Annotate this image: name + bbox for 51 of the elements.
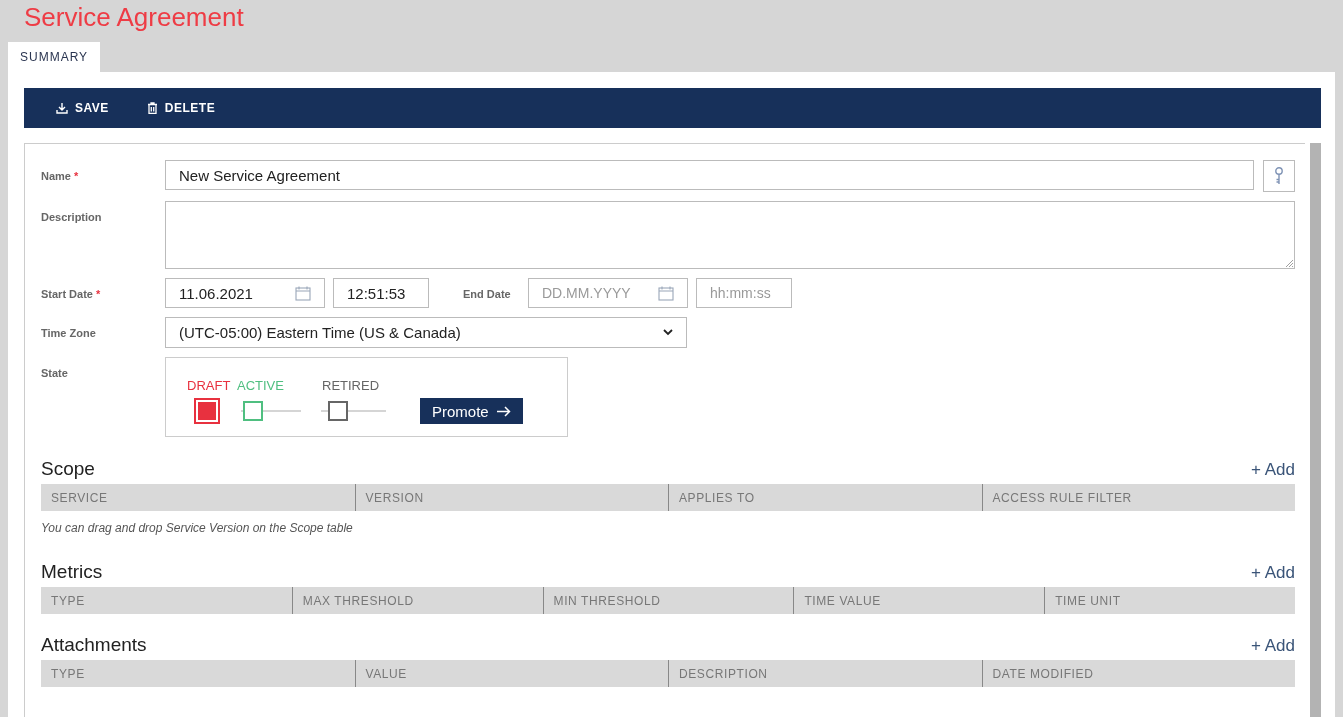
resize-grip-icon [1285,259,1293,267]
stage-label: DRAFT [187,378,232,395]
add-link[interactable]: + Add [1251,563,1295,583]
save-button[interactable]: SAVE [56,101,109,115]
calendar-icon [295,285,311,301]
start-time-input[interactable]: 12:51:53 [333,278,429,308]
stage-marker[interactable] [328,401,348,421]
field-label: State [41,366,69,379]
key-icon [1274,167,1284,185]
download-icon [56,102,68,114]
field-label: Time Zone [41,326,97,339]
description-input[interactable] [165,201,1295,269]
section-title: Scope [41,458,95,480]
add-link[interactable]: + Add [1251,636,1295,656]
summary-tab[interactable]: SUMMARY [8,42,101,72]
add-link[interactable]: + Add [1251,460,1295,480]
column-header: TYPE [50,665,86,683]
key-button[interactable] [1263,160,1295,192]
column-header: DESCRIPTION [668,660,982,687]
column-header: VERSION [354,484,668,511]
column-header: VALUE [354,660,668,687]
field-label: Start Date * [41,287,102,300]
stage-marker[interactable] [243,401,263,421]
column-header: APPLIES TO [668,484,982,511]
section-title: Attachments [41,634,147,656]
start-date-input[interactable]: 11.06.2021 [165,278,325,308]
column-header: TIME VALUE [793,587,1045,614]
stage-label: ACTIVE [237,378,285,395]
column-header: DATE MODIFIED [981,660,1295,687]
stage-label: RETIRED [322,378,381,395]
calendar-icon [658,285,674,301]
delete-button[interactable]: DELETE [146,101,216,115]
column-header: MAX THRESHOLD [291,587,543,614]
name-input[interactable]: New Service Agreement [165,160,1254,190]
column-header: MIN THRESHOLD [542,587,794,614]
scrollbar[interactable] [1310,143,1321,717]
column-header: ACCESS RULE FILTER [981,484,1295,511]
column-header: TIME UNIT [1044,587,1295,614]
chevron-down-icon [663,329,673,336]
hint-text: You can drag and drop Service Version on the Scope table [41,521,354,537]
trash-icon [146,102,158,114]
column-header: TYPE [50,592,86,610]
page-title: Service Agreement [23,1,245,34]
field-label: Name * [41,169,80,182]
section-title: Metrics [41,561,103,583]
time-zone-select[interactable]: (UTC-05:00) Eastern Time (US & Canada) [165,317,687,348]
arrow-right-icon [496,405,511,417]
field-label: End Date [462,287,512,300]
field-label: Description [41,210,103,223]
column-header: SERVICE [50,489,109,507]
promote-button[interactable]: Promote [420,398,523,424]
